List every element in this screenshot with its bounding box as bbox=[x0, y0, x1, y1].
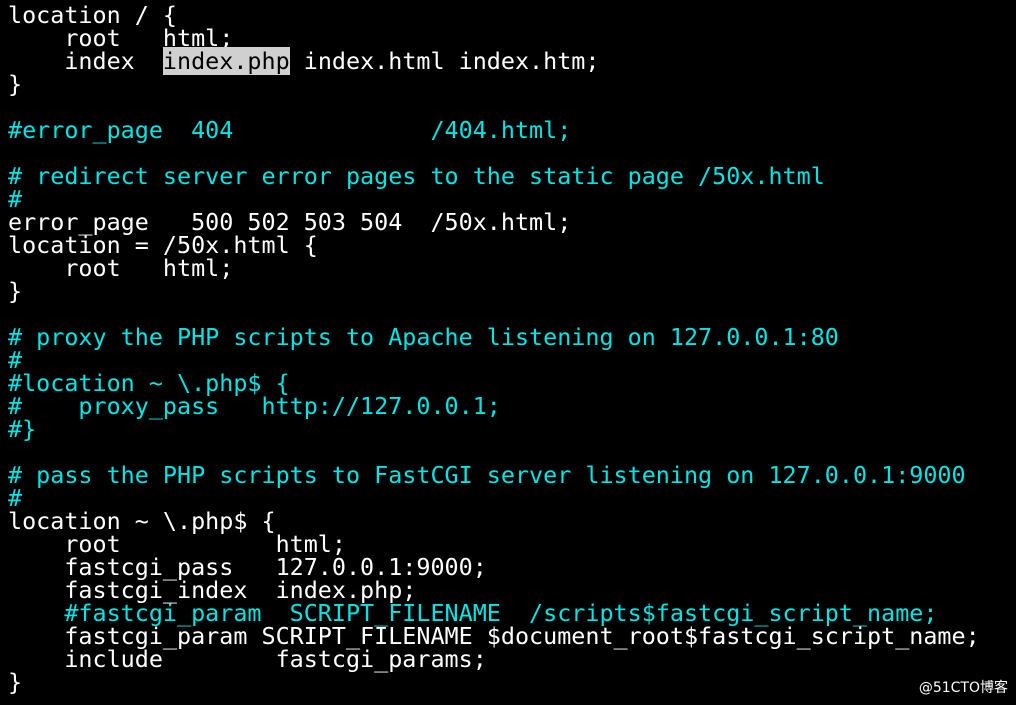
comment-text: #} bbox=[8, 415, 37, 443]
code-line[interactable]: index index.php index.html index.htm; bbox=[8, 47, 600, 75]
code-text: index bbox=[8, 47, 163, 75]
comment-text: # pass the PHP scripts to FastCGI server… bbox=[8, 461, 966, 489]
comment-text: # proxy_pass http://127.0.0.1; bbox=[8, 392, 501, 420]
selection-highlight: index.php bbox=[162, 47, 290, 75]
code-line[interactable]: #error_page 404 /404.html; bbox=[8, 116, 572, 144]
code-text: } bbox=[8, 70, 23, 98]
watermark: @51CTO博客 bbox=[918, 680, 1008, 696]
code-line[interactable]: # proxy the PHP scripts to Apache listen… bbox=[8, 323, 839, 351]
code-text: root html; bbox=[8, 254, 234, 282]
comment-text: # proxy the PHP scripts to Apache listen… bbox=[8, 323, 839, 351]
code-text: index.html index.htm; bbox=[289, 47, 600, 75]
code-line[interactable]: include fastcgi_params; bbox=[8, 645, 487, 673]
terminal-editor[interactable]: location / { root html; index index.php … bbox=[0, 0, 1016, 705]
code-line[interactable]: } bbox=[8, 277, 23, 305]
code-text: } bbox=[8, 668, 23, 696]
code-line[interactable]: # pass the PHP scripts to FastCGI server… bbox=[8, 461, 966, 489]
comment-text: # redirect server error pages to the sta… bbox=[8, 162, 825, 190]
code-text: } bbox=[8, 277, 23, 305]
code-line[interactable]: #} bbox=[8, 415, 37, 443]
code-text: include fastcgi_params; bbox=[8, 645, 487, 673]
comment-text: #error_page 404 /404.html; bbox=[8, 116, 572, 144]
code-line[interactable]: # proxy_pass http://127.0.0.1; bbox=[8, 392, 501, 420]
code-line[interactable]: root html; bbox=[8, 254, 234, 282]
code-line[interactable]: } bbox=[8, 70, 23, 98]
code-line[interactable]: # redirect server error pages to the sta… bbox=[8, 162, 825, 190]
code-line[interactable]: } bbox=[8, 668, 23, 696]
